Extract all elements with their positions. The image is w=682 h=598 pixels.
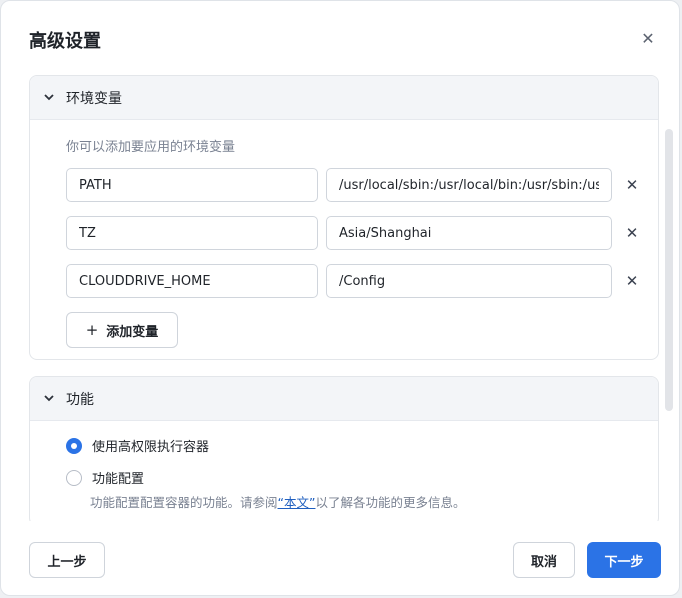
remove-row-icon[interactable]: ✕: [622, 223, 642, 243]
privileged-option[interactable]: 使用高权限执行容器: [66, 436, 209, 455]
env-value-input[interactable]: [326, 216, 612, 250]
content-scrollbar[interactable]: [665, 129, 673, 411]
add-variable-button[interactable]: + 添加变量: [66, 312, 178, 348]
dialog-title: 高级设置: [29, 31, 101, 52]
description-text: 功能配置配置容器的功能。请参阅: [90, 495, 278, 510]
env-variables-section: 环境变量 你可以添加要应用的环境变量 ✕ ✕ ✕ + 添加变量: [29, 75, 659, 360]
description-text-end: 以了解各功能的更多信息。: [315, 495, 466, 510]
capabilities-description: 功能配置配置容器的功能。请参阅“本文”以了解各功能的更多信息。: [90, 492, 465, 511]
env-key-input[interactable]: [66, 264, 318, 298]
radio-selected-icon[interactable]: [66, 437, 82, 454]
prev-step-button[interactable]: 上一步: [29, 542, 105, 578]
add-variable-label: 添加变量: [106, 324, 159, 340]
features-section: 功能 使用高权限执行容器 功能配置 功能配置配置容器的功能。请参阅“本文”以了解…: [29, 376, 659, 521]
env-key-input[interactable]: [66, 216, 318, 250]
chevron-down-icon: [42, 392, 56, 406]
plus-icon: +: [85, 321, 99, 339]
capabilities-option[interactable]: 功能配置: [66, 468, 144, 487]
features-section-title: 功能: [66, 391, 94, 408]
env-hint: 你可以添加要应用的环境变量: [66, 140, 236, 155]
next-step-button[interactable]: 下一步: [587, 542, 661, 578]
env-value-input[interactable]: [326, 168, 612, 202]
cancel-button[interactable]: 取消: [513, 542, 575, 578]
env-section-title: 环境变量: [66, 90, 122, 107]
privileged-option-label: 使用高权限执行容器: [92, 440, 210, 455]
remove-row-icon[interactable]: ✕: [622, 175, 642, 195]
advanced-settings-dialog: 高级设置 ✕ 环境变量 你可以添加要应用的环境变量 ✕ ✕ ✕ + 添加变量: [0, 0, 680, 596]
close-icon[interactable]: ✕: [637, 27, 659, 49]
radio-unselected-icon[interactable]: [66, 469, 82, 486]
env-key-input[interactable]: [66, 168, 318, 202]
remove-row-icon[interactable]: ✕: [622, 271, 642, 291]
dialog-content: 环境变量 你可以添加要应用的环境变量 ✕ ✕ ✕ + 添加变量 功: [29, 75, 661, 521]
capabilities-option-label: 功能配置: [92, 472, 145, 487]
docs-link[interactable]: “本文”: [278, 495, 316, 510]
env-value-input[interactable]: [326, 264, 612, 298]
chevron-down-icon: [42, 91, 56, 105]
env-section-header[interactable]: 环境变量: [30, 76, 658, 120]
features-section-header[interactable]: 功能: [30, 377, 658, 421]
